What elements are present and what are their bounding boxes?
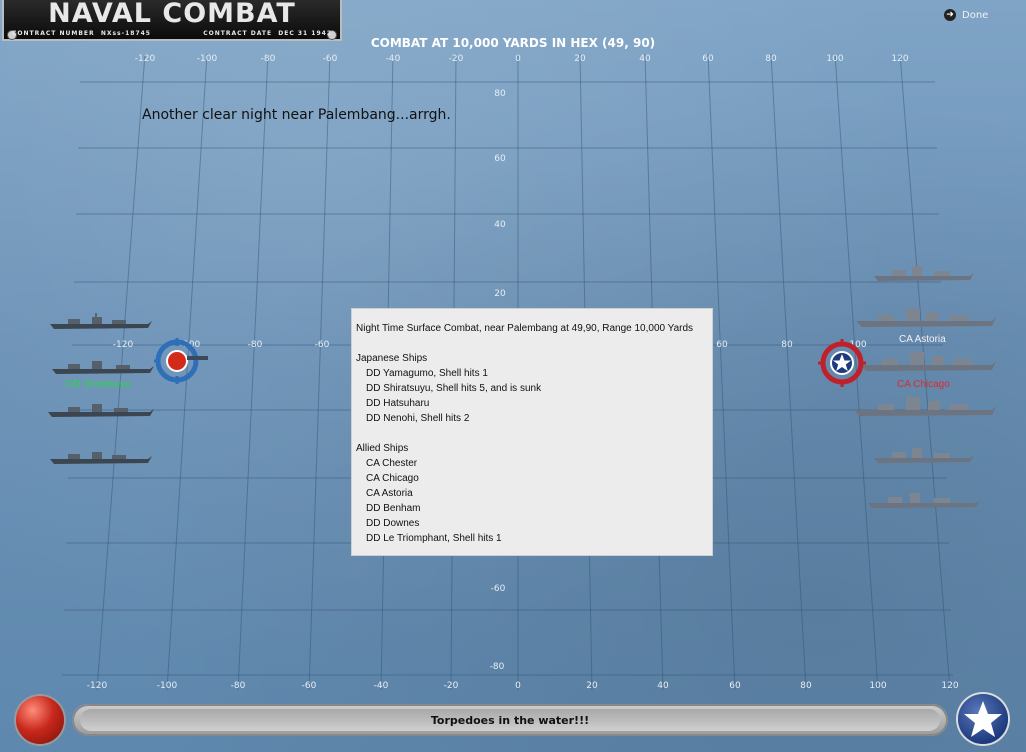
japanese-ship-label: DD Shiratsuyu [66, 379, 131, 390]
japanese-ship-destroyer[interactable] [48, 447, 154, 467]
allied-side-button[interactable] [958, 694, 1008, 744]
y-tick-label: 40 [494, 220, 506, 230]
x-tick-label: 40 [657, 681, 669, 691]
x-tick-label: 100 [826, 54, 843, 64]
y-tick-label: 20 [494, 289, 506, 299]
report-title: Night Time Surface Combat, near Palemban… [356, 323, 694, 334]
grid-line [237, 53, 269, 691]
allied-fleet-marker-icon[interactable] [818, 339, 866, 387]
x-tick-label: 0 [515, 54, 521, 64]
x-tick-label: -60 [302, 681, 317, 691]
x-tick-label: 60 [702, 54, 714, 64]
title-text: NAVAL COMBAT [48, 0, 296, 29]
y-tick-label: -60 [491, 584, 506, 594]
x-tick-label: 60 [729, 681, 741, 691]
japanese-fleet-marker-icon[interactable] [154, 338, 210, 384]
allied-ship-cruiser[interactable] [854, 304, 998, 330]
japanese-side-button[interactable] [16, 696, 64, 744]
status-message: Torpedoes in the water!!! [80, 709, 940, 731]
japanese-ship-destroyer[interactable] [48, 312, 154, 332]
report-line: DD Le Triomphant, Shell hits 1 [366, 533, 502, 544]
x-tick-label: -100 [197, 54, 218, 64]
status-bar: Torpedoes in the water!!! [72, 704, 948, 736]
combat-title: COMBAT AT 10,000 YARDS IN HEX (49, 90) [370, 36, 656, 50]
flavor-text: Another clear night near Palembang...arr… [142, 107, 451, 123]
arrow-right-icon: ➜ [944, 9, 956, 21]
x-tick-label: -40 [374, 681, 389, 691]
x-tick-label: -80 [261, 54, 276, 64]
report-line: CA Chester [366, 458, 418, 469]
allied-ship-cruiser[interactable] [852, 393, 998, 419]
combat-report-panel: Night Time Surface Combat, near Palemban… [351, 308, 713, 556]
y-tick-label: 80 [494, 89, 506, 99]
report-line: DD Yamagumo, Shell hits 1 [366, 368, 488, 379]
x-tick-label: -20 [444, 681, 459, 691]
mid-row-tick-label: -60 [315, 340, 330, 350]
x-tick-label: 100 [869, 681, 886, 691]
star-icon [964, 701, 1002, 737]
x-tick-label: 0 [515, 681, 521, 691]
grid-line [308, 53, 331, 691]
x-tick-label: -100 [157, 681, 178, 691]
done-label: Done [962, 9, 989, 21]
x-tick-label: -120 [135, 54, 156, 64]
report-line: DD Nenohi, Shell hits 2 [366, 413, 470, 424]
allied-ship-label: CA Chicago [897, 379, 950, 390]
done-button[interactable]: ➜ Done [944, 9, 988, 21]
x-tick-label: 20 [574, 54, 586, 64]
mid-row-tick-label: 60 [716, 340, 728, 350]
y-tick-label: 60 [494, 154, 506, 164]
japanese-ships-header: Japanese Ships [356, 353, 428, 364]
report-line: DD Hatsuharu [366, 398, 430, 409]
allied-ship-destroyer[interactable] [866, 489, 982, 511]
mid-row-tick-label: 80 [781, 340, 793, 350]
x-tick-label: 80 [800, 681, 812, 691]
x-tick-label: 120 [891, 54, 908, 64]
x-tick-label: -120 [87, 681, 108, 691]
japanese-ship-destroyer[interactable] [46, 400, 156, 420]
report-line: CA Chicago [366, 473, 419, 484]
report-line: CA Astoria [366, 488, 413, 499]
mid-row-tick-label: -80 [248, 340, 263, 350]
x-tick-label: -60 [323, 54, 338, 64]
mid-row-tick-label: -120 [113, 340, 134, 350]
japanese-ship-destroyer[interactable] [50, 357, 156, 377]
report-line: DD Downes [366, 518, 420, 529]
x-tick-label: -40 [386, 54, 401, 64]
grid-line [770, 53, 807, 691]
y-tick-label: -80 [490, 662, 505, 672]
x-tick-label: -80 [231, 681, 246, 691]
x-tick-label: 20 [586, 681, 598, 691]
x-tick-label: 120 [941, 681, 958, 691]
x-tick-label: 80 [765, 54, 777, 64]
x-tick-label: 40 [639, 54, 651, 64]
allied-ship-cruiser[interactable] [858, 348, 998, 374]
report-line: DD Benham [366, 503, 421, 514]
allied-ship-label: CA Astoria [899, 334, 946, 345]
allied-ship-destroyer[interactable] [872, 262, 976, 284]
allied-ship-destroyer[interactable] [872, 444, 976, 466]
allied-ships-header: Allied Ships [356, 443, 409, 454]
x-tick-label: -20 [449, 54, 464, 64]
report-line: DD Shiratsuyu, Shell hits 5, and is sunk [366, 383, 542, 394]
naval-combat-title-plate: NAVAL COMBAT CONTRACT NUMBER NXss-18745 … [2, 0, 342, 41]
